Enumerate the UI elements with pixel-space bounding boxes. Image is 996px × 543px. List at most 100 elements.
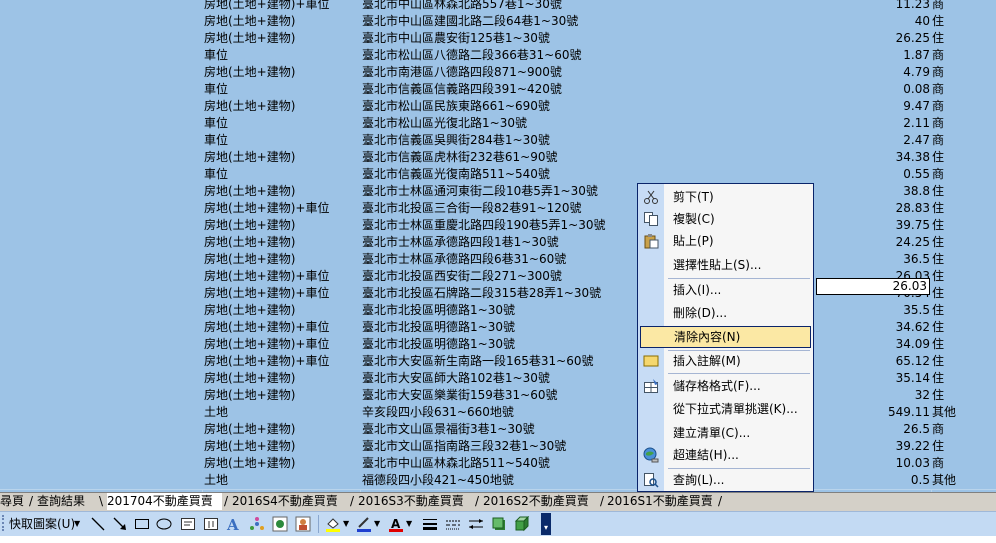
cell-usage[interactable]: 商 — [932, 166, 996, 183]
cell-area[interactable]: 11.23 — [780, 0, 930, 13]
vertical-textbox-icon[interactable] — [203, 516, 219, 532]
table-row[interactable]: 房地(土地+建物) 臺北市大安區師大路102巷1~30號 35.14 住 — [0, 370, 996, 388]
diagram-icon[interactable] — [249, 516, 265, 532]
cell-property-type[interactable]: 房地(土地+建物) — [204, 98, 360, 115]
menu-item-lookup[interactable]: 查詢(L)... — [638, 469, 813, 491]
table-row[interactable]: 房地(土地+建物) 臺北市中山區建國北路二段64巷1~30號 40 住 — [0, 13, 996, 31]
cell-property-type[interactable]: 房地(土地+建物) — [204, 455, 360, 472]
cell-usage[interactable]: 商 — [932, 132, 996, 149]
cell-address[interactable]: 臺北市信義區虎林街232巷61~90號 — [362, 149, 772, 166]
cell-property-type[interactable]: 房地(土地+建物) — [204, 183, 360, 200]
cell-usage[interactable]: 商 — [932, 64, 996, 81]
cell-property-type[interactable]: 房地(土地+建物) — [204, 13, 360, 30]
cell-area[interactable]: 4.79 — [780, 64, 930, 81]
cell-usage[interactable]: 商 — [932, 115, 996, 132]
cell-address[interactable]: 臺北市信義區光復南路511~540號 — [362, 166, 772, 183]
cell-usage[interactable]: 住 — [932, 353, 996, 370]
cell-usage[interactable]: 商 — [932, 98, 996, 115]
table-row[interactable]: 土地 辛亥段四小段631~660地號 549.11 其他 — [0, 404, 996, 422]
wordart-icon[interactable]: A — [226, 516, 242, 532]
fill-color-dropdown-icon[interactable]: ▼ — [343, 515, 349, 533]
cell-usage[interactable]: 住 — [932, 387, 996, 404]
menu-item-create-list[interactable]: 建立清單(C)... — [638, 422, 813, 444]
table-row[interactable]: 房地(土地+建物) 臺北市松山區民族東路661~690號 9.47 商 — [0, 98, 996, 116]
cell-property-type[interactable]: 車位 — [204, 166, 360, 183]
cell-usage[interactable]: 住 — [932, 370, 996, 387]
autoshapes-dropdown-icon[interactable]: ▼ — [74, 515, 80, 533]
cell-property-type[interactable]: 房地(土地+建物) — [204, 421, 360, 438]
cell-address[interactable]: 臺北市中山區建國北路二段64巷1~30號 — [362, 13, 772, 30]
table-row[interactable]: 房地(土地+建物)+車位 臺北市北投區三合街一段82巷91~120號 28.83 住 — [0, 200, 996, 218]
menu-item-clear-contents[interactable]: 清除內容(N) — [640, 326, 811, 348]
sheet-tab-2016s4[interactable]: 2016S4不動產買賣 — [232, 493, 338, 510]
table-row[interactable]: 房地(土地+建物)+車位 臺北市中山區林森北路557巷1~30號 11.23 商 — [0, 0, 996, 14]
table-row[interactable]: 房地(土地+建物) 臺北市士林區承德路四段6巷31~60號 36.5 住 — [0, 251, 996, 269]
cell-property-type[interactable]: 房地(土地+建物) — [204, 30, 360, 47]
table-row[interactable]: 車位 臺北市信義區光復南路511~540號 0.55 商 — [0, 166, 996, 184]
line-icon[interactable] — [90, 516, 106, 532]
arrow-style-icon[interactable] — [468, 516, 484, 532]
cell-property-type[interactable]: 土地 — [204, 472, 360, 489]
menu-item-paste[interactable]: 貼上(P) — [638, 230, 813, 252]
table-row[interactable]: 房地(土地+建物) 臺北市北投區明德路1~30號 35.5 住 — [0, 302, 996, 320]
3d-style-icon[interactable] — [514, 516, 530, 532]
cell-property-type[interactable]: 房地(土地+建物) — [204, 302, 360, 319]
cell-area[interactable]: 2.11 — [780, 115, 930, 132]
line-color-dropdown-icon[interactable]: ▼ — [374, 515, 380, 533]
table-row[interactable]: 房地(土地+建物)+車位 臺北市北投區明德路1~30號 34.62 住 — [0, 319, 996, 337]
table-row[interactable]: 車位 臺北市信義區信義路四段391~420號 0.08 商 — [0, 81, 996, 99]
cell-usage[interactable]: 商 — [932, 81, 996, 98]
cell-property-type[interactable]: 土地 — [204, 404, 360, 421]
worksheet-grid[interactable]: 房地(土地+建物)+車位 臺北市中山區林森北路557巷1~30號 11.23 商房地(… — [0, 0, 996, 492]
cell-area[interactable]: 26.25 — [780, 30, 930, 47]
cell-usage[interactable]: 住 — [932, 149, 996, 166]
picture-icon[interactable] — [295, 516, 311, 532]
cell-usage[interactable]: 住 — [932, 217, 996, 234]
cell-usage[interactable]: 住 — [932, 438, 996, 455]
cell-address[interactable]: 臺北市松山區八德路二段366巷31~60號 — [362, 47, 772, 64]
sheet-tab-results[interactable]: 查詢結果 — [37, 493, 85, 510]
cell-area[interactable]: 1.87 — [780, 47, 930, 64]
cell-usage[interactable]: 其他 — [932, 404, 996, 421]
sheet-tab-201704[interactable]: 201704不動產買賣 — [107, 493, 222, 510]
line-color-icon[interactable] — [356, 516, 372, 532]
cell-area[interactable]: 0.55 — [780, 166, 930, 183]
menu-item-insert-comment[interactable]: 插入註解(M) — [638, 350, 813, 372]
menu-item-copy[interactable]: 複製(C) — [638, 208, 813, 230]
table-row[interactable]: 車位 臺北市信義區吳興街284巷1~30號 2.47 商 — [0, 132, 996, 150]
rectangle-icon[interactable] — [134, 516, 150, 532]
oval-icon[interactable] — [156, 516, 172, 532]
cell-property-type[interactable]: 房地(土地+建物) — [204, 234, 360, 251]
cell-property-type[interactable]: 房地(土地+建物) — [204, 370, 360, 387]
cell-property-type[interactable]: 房地(土地+建物) — [204, 64, 360, 81]
arrow-icon[interactable] — [112, 516, 128, 532]
table-row[interactable]: 土地 福德段四小段421~450地號 0.5 其他 — [0, 472, 996, 490]
dash-style-icon[interactable] — [445, 516, 461, 532]
table-row[interactable]: 房地(土地+建物) 臺北市中山區農安街125巷1~30號 26.25 住 — [0, 30, 996, 48]
table-row[interactable]: 房地(土地+建物) 臺北市士林區通河東街二段10巷5弄1~30號 38.8 住 — [0, 183, 996, 201]
table-row[interactable]: 房地(土地+建物) 臺北市信義區虎林街232巷61~90號 34.38 住 — [0, 149, 996, 167]
cell-property-type[interactable]: 房地(土地+建物) — [204, 217, 360, 234]
sheet-tab-search[interactable]: 尋頁 — [0, 493, 24, 510]
cell-address[interactable]: 臺北市信義區吳興街284巷1~30號 — [362, 132, 772, 149]
cell-usage[interactable]: 住 — [932, 251, 996, 268]
cell-usage[interactable]: 商 — [932, 47, 996, 64]
cell-area[interactable]: 2.47 — [780, 132, 930, 149]
cell-usage[interactable]: 住 — [932, 200, 996, 217]
table-row[interactable]: 房地(土地+建物) 臺北市士林區承德路四段1巷1~30號 24.25 住 — [0, 234, 996, 252]
cell-usage[interactable]: 商 — [932, 455, 996, 472]
toolbar-options-icon[interactable]: ▾ — [541, 513, 551, 535]
table-row[interactable]: 房地(土地+建物) 臺北市文山區景福街3巷1~30號 26.5 商 — [0, 421, 996, 439]
table-row[interactable]: 房地(土地+建物) 臺北市南港區八德路四段871~900號 4.79 商 — [0, 64, 996, 82]
cell-area[interactable]: 40 — [780, 13, 930, 30]
cell-usage[interactable]: 住 — [932, 319, 996, 336]
table-row[interactable]: 車位 臺北市松山區八德路二段366巷31~60號 1.87 商 — [0, 47, 996, 65]
cell-property-type[interactable]: 房地(土地+建物)+車位 — [204, 353, 360, 370]
menu-item-hyperlink[interactable]: 超連結(H)... — [638, 444, 813, 466]
cell-usage[interactable]: 住 — [932, 234, 996, 251]
sheet-tab-2016s3[interactable]: 2016S3不動產買賣 — [358, 493, 464, 510]
cell-area[interactable]: 0.08 — [780, 81, 930, 98]
fill-color-icon[interactable] — [325, 516, 341, 532]
sheet-tab-2016s2[interactable]: 2016S2不動產買賣 — [483, 493, 589, 510]
font-color-icon[interactable]: A — [388, 516, 404, 532]
